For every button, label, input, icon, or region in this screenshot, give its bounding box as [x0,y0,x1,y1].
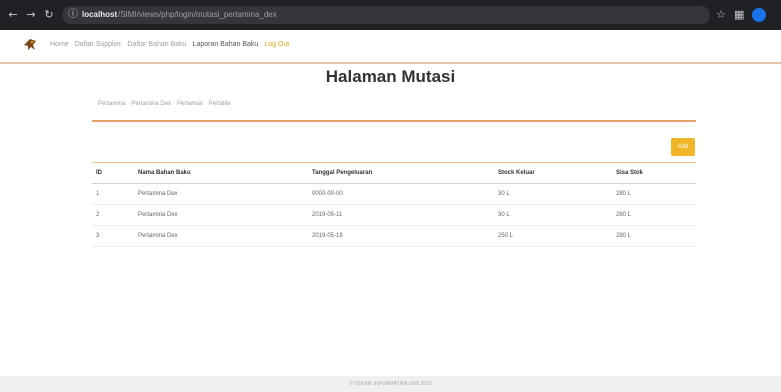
logo-icon[interactable] [22,36,38,52]
cell-id: 1 [96,191,100,197]
cell-stock-keluar: 30 L [498,191,510,197]
table-header-row: ID Nama Bahan Baku Tanggal Pengeluaran S… [92,163,696,184]
table-row: 2 Pertamina Dex 2019-05-11 30 L 280 L [92,205,696,226]
reload-icon[interactable]: ↻ [42,8,56,22]
header-stock-keluar: Stock Keluar [498,170,535,176]
page-footer: © TEKNIK INFORMATIKA UNS 2019 [0,376,781,392]
cell-stock-keluar: 30 L [498,212,510,218]
star-icon[interactable]: ☆ [716,8,726,22]
app-navbar: Home Daftar Supplier Daftar Bahan Baku L… [0,30,781,62]
nav-logout-link[interactable]: Log Out [264,40,289,50]
info-icon[interactable]: ⓘ [68,8,78,22]
browser-toolbar: ← → ↻ ⓘ localhost /SIMI/views/php/login/… [0,0,781,30]
header-tanggal-pengeluaran: Tanggal Pengeluaran [312,170,373,176]
header-sisa-stok: Sisa Stok [616,170,644,176]
material-tabs: Pertamina Pertamina Dex Pertamax Pertali… [98,100,231,109]
mutasi-table: ID Nama Bahan Baku Tanggal Pengeluaran S… [92,162,696,247]
tab-pertamina[interactable]: Pertamina [98,100,125,109]
navbar-divider [0,62,781,64]
cell-sisa-stok: 280 L [616,191,632,197]
cell-nama-bahan-baku: Pertamina Dex [138,191,178,197]
table-row: 3 Pertamina Dex 2019-05-18 250 L 280 L [92,226,696,247]
url-path: /SIMI/views/php/login/mutasi_pertamina_d… [118,10,277,19]
extension-icon[interactable]: ▦ [734,8,744,22]
cell-nama-bahan-baku: Pertamina Dex [138,233,178,239]
nav-daftar-supplier-link[interactable]: Daftar Supplier [75,40,122,50]
nav-home-link[interactable]: Home [50,40,69,50]
forward-arrow-icon[interactable]: → [24,8,38,22]
url-host: localhost [82,10,118,19]
cell-sisa-stok: 280 L [616,212,632,218]
nav-daftar-bahan-baku-link[interactable]: Daftar Bahan Baku [127,40,186,50]
back-arrow-icon[interactable]: ← [6,8,20,22]
cell-nama-bahan-baku: Pertamina Dex [138,212,178,218]
profile-avatar[interactable] [752,8,766,22]
cell-id: 3 [96,233,100,239]
cell-tanggal-pengeluaran: 2019-05-11 [312,212,343,218]
cell-tanggal-pengeluaran: 2019-05-18 [312,233,343,239]
header-id: ID [96,170,102,176]
table-row: 1 Pertamina Dex 0000-00-00 30 L 280 L [92,184,696,205]
tab-pertamina-dex[interactable]: Pertamina Dex [131,100,171,109]
cell-tanggal-pengeluaran: 0000-00-00 [312,191,343,197]
tab-pertamax[interactable]: Pertamax [177,100,203,109]
cell-sisa-stok: 280 L [616,233,632,239]
cell-stock-keluar: 250 L [498,233,514,239]
nav-laporan-bahan-baku-link[interactable]: Laporan Bahan Baku [193,40,259,50]
header-nama-bahan-baku: Nama Bahan Baku [138,170,191,176]
page-title: Halaman Mutasi [325,67,456,86]
tab-pertalite[interactable]: Pertalite [209,100,231,109]
section-divider [92,120,696,122]
cell-id: 2 [96,212,100,218]
address-bar[interactable]: ⓘ localhost /SIMI/views/php/login/mutasi… [62,6,710,24]
add-button[interactable]: Add [671,138,695,156]
main-menu: Home Daftar Supplier Daftar Bahan Baku L… [50,40,289,50]
